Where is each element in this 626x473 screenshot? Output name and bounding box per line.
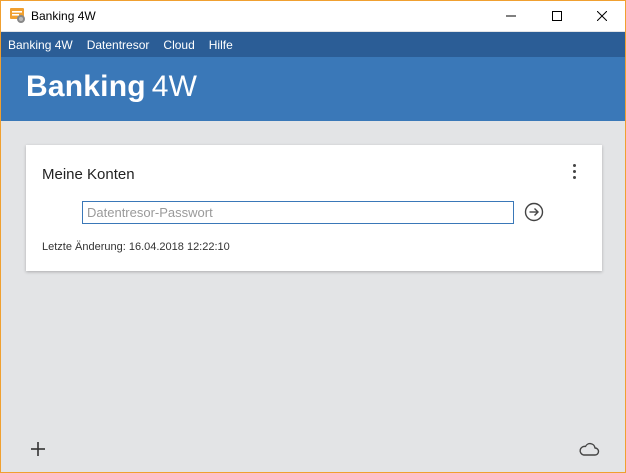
brand-logo: Banking 4W xyxy=(26,70,197,104)
menu-item-banking-4w[interactable]: Banking 4W xyxy=(8,38,73,52)
arrow-right-circle-icon[interactable] xyxy=(524,202,544,222)
close-icon xyxy=(597,11,607,21)
banking-app-icon xyxy=(10,8,25,23)
minimize-icon xyxy=(506,15,516,17)
cloud-icon[interactable] xyxy=(578,440,600,458)
close-button[interactable] xyxy=(579,1,625,31)
minimize-button[interactable] xyxy=(488,1,534,31)
maximize-icon xyxy=(552,11,562,21)
menu-item-hilfe[interactable]: Hilfe xyxy=(209,38,233,52)
menu-item-cloud[interactable]: Cloud xyxy=(163,38,194,52)
app-header: Banking 4W xyxy=(1,57,625,121)
accounts-card: Meine Konten Letzte Änderung: 16.04.2018… xyxy=(26,145,602,271)
brand-name: Banking xyxy=(26,70,146,103)
app-window: Banking 4W Banking 4W Datentresor Cloud … xyxy=(0,0,626,473)
window-title: Banking 4W xyxy=(31,9,96,23)
menu-bar: Banking 4W Datentresor Cloud Hilfe xyxy=(1,32,625,57)
title-bar[interactable]: Banking 4W xyxy=(1,1,625,31)
more-vertical-icon xyxy=(566,164,582,179)
plus-icon[interactable] xyxy=(29,440,47,458)
card-title: Meine Konten xyxy=(42,166,135,183)
maximize-button[interactable] xyxy=(534,1,580,31)
vault-password-input[interactable] xyxy=(82,201,514,224)
card-menu-button[interactable] xyxy=(566,164,582,184)
brand-suffix: 4W xyxy=(151,70,198,103)
last-change-text: Letzte Änderung: 16.04.2018 12:22:10 xyxy=(42,241,230,253)
menu-item-datentresor[interactable]: Datentresor xyxy=(87,38,150,52)
